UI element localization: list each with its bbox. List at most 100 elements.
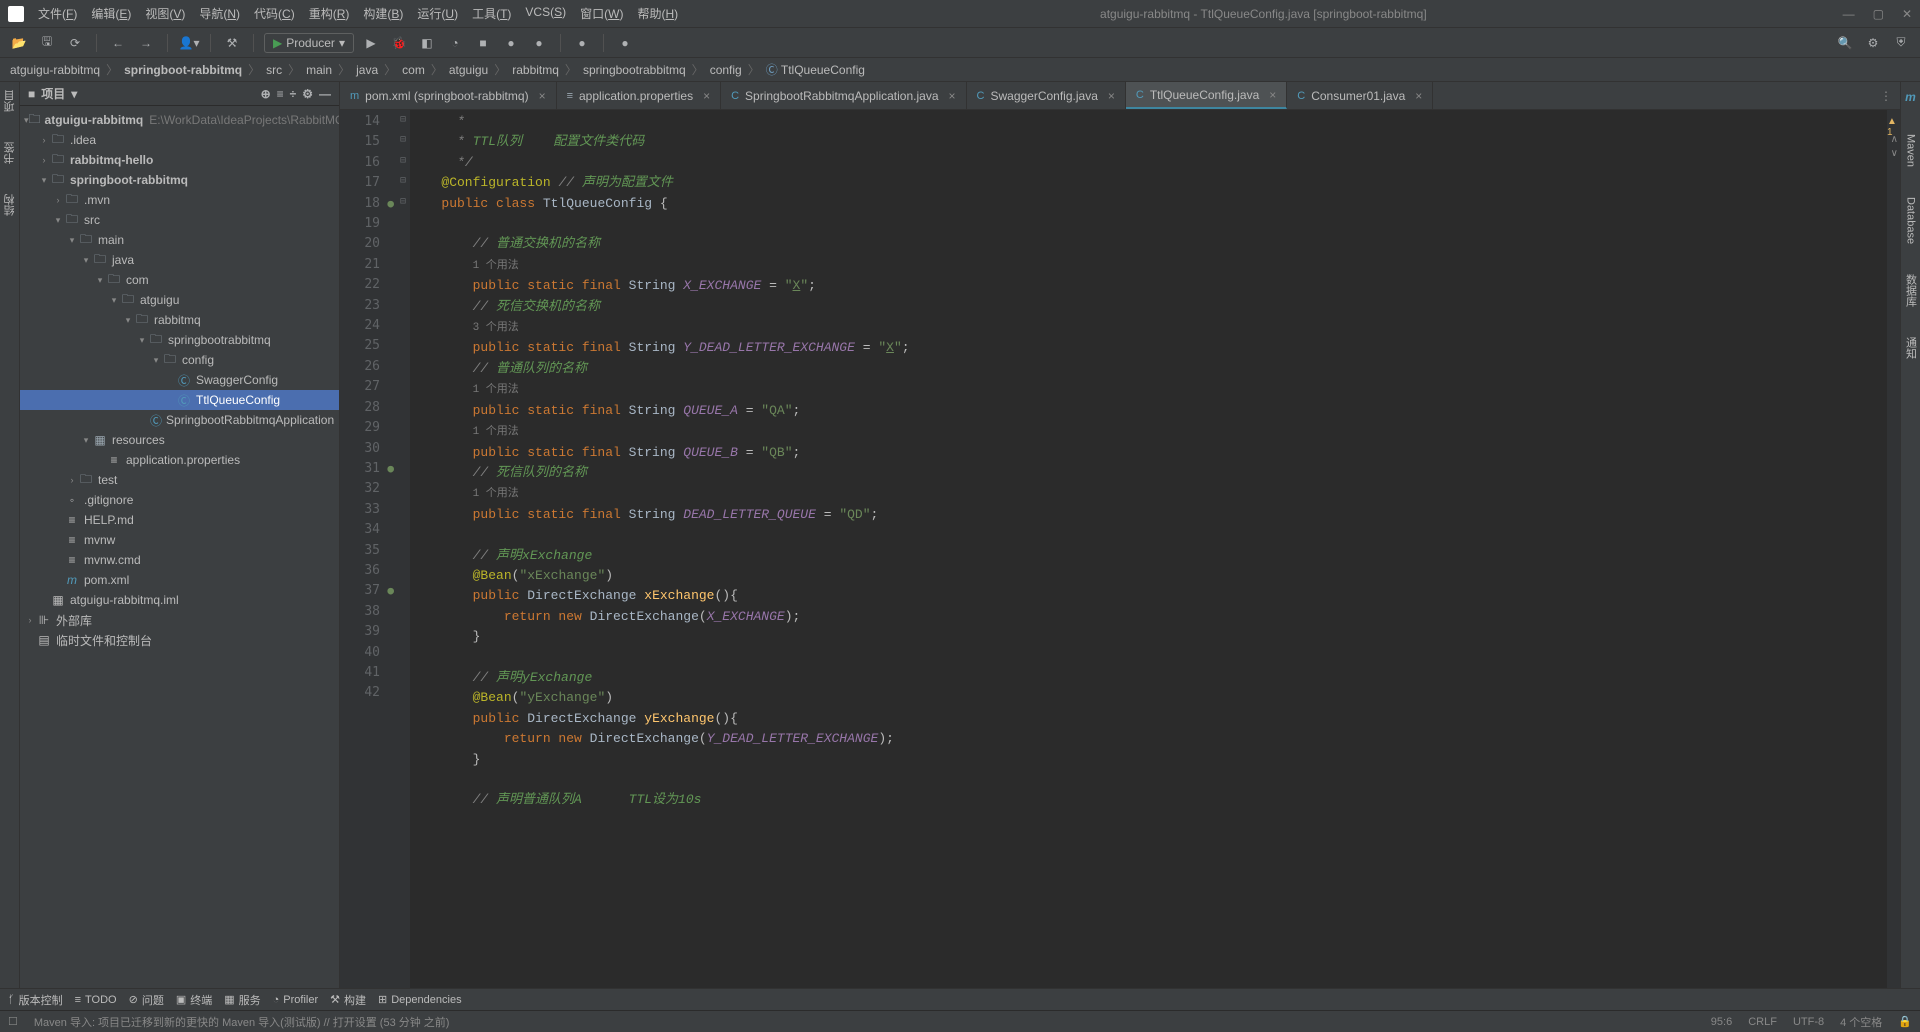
tree-item[interactable]: ▾🗀rabbitmq	[20, 310, 339, 330]
tree-item[interactable]: ▤临时文件和控制台	[20, 630, 339, 650]
tabs-more-icon[interactable]: ⋮	[1872, 82, 1900, 109]
bottom-tab[interactable]: ᚶ 版本控制	[8, 992, 63, 1008]
reload-icon[interactable]: ⟳	[64, 32, 86, 54]
tree-item[interactable]: ≡mvnw.cmd	[20, 550, 339, 570]
breadcrumb-item[interactable]: main	[304, 63, 334, 77]
hammer-icon[interactable]: ⚒	[221, 32, 243, 54]
tree-item[interactable]: ⒸTtlQueueConfig	[20, 390, 339, 410]
locate-icon[interactable]: ⊕	[261, 87, 271, 101]
close-tab-icon[interactable]: ×	[703, 89, 710, 103]
tree-item[interactable]: ›🗀test	[20, 470, 339, 490]
shield-icon[interactable]: ⛨	[1890, 32, 1912, 54]
menu-item[interactable]: 构建(B)	[357, 2, 409, 25]
service-icon[interactable]: ●	[500, 32, 522, 54]
collapse-icon[interactable]: ÷	[290, 87, 297, 101]
error-strip[interactable]: ▲ 1 ∧ ∨	[1886, 110, 1900, 988]
debug-icon[interactable]: 🐞	[388, 32, 410, 54]
menu-item[interactable]: 帮助(H)	[631, 2, 684, 25]
menu-item[interactable]: 编辑(E)	[85, 2, 137, 25]
project-tree[interactable]: ▾🗀atguigu-rabbitmqE:\WorkData\IdeaProjec…	[20, 106, 339, 988]
open-icon[interactable]: 📂	[8, 32, 30, 54]
tree-item[interactable]: ≡HELP.md	[20, 510, 339, 530]
editor-tab[interactable]: CConsumer01.java×	[1287, 82, 1433, 109]
fold-column[interactable]: ⊟⊟⊟⊟⊟	[396, 110, 410, 988]
menu-item[interactable]: 运行(U)	[411, 2, 464, 25]
tree-item[interactable]: ≡application.properties	[20, 450, 339, 470]
breadcrumb-item[interactable]: config	[708, 63, 744, 77]
expand-icon[interactable]: ≡	[277, 87, 284, 101]
menu-item[interactable]: 导航(N)	[193, 2, 246, 25]
tree-item[interactable]: ▾🗀springboot-rabbitmq	[20, 170, 339, 190]
breadcrumb-item[interactable]: Ⓒ TtlQueueConfig	[764, 61, 867, 78]
close-tab-icon[interactable]: ×	[1269, 88, 1276, 102]
settings-icon[interactable]: ⚙	[1862, 32, 1884, 54]
bottom-tab[interactable]: ⊘ 问题	[129, 992, 164, 1008]
editor-tab[interactable]: ≡application.properties×	[557, 82, 722, 109]
tree-item[interactable]: ▾🗀atguigu	[20, 290, 339, 310]
close-tab-icon[interactable]: ×	[949, 89, 956, 103]
coverage-icon[interactable]: ◧	[416, 32, 438, 54]
avatar-icon[interactable]: 👤▾	[178, 32, 200, 54]
tree-item[interactable]: ▾🗀src	[20, 210, 339, 230]
maximize-icon[interactable]: ▢	[1873, 7, 1884, 21]
line-separator[interactable]: CRLF	[1748, 1016, 1777, 1028]
tree-item[interactable]: ⒸSpringbootRabbitmqApplication	[20, 410, 339, 430]
close-icon[interactable]: ✕	[1902, 7, 1912, 21]
tool-tab[interactable]: 通知	[1903, 337, 1919, 359]
editor-tab[interactable]: CSwaggerConfig.java×	[967, 82, 1126, 109]
stop-icon[interactable]: ■	[472, 32, 494, 54]
gear-icon[interactable]: ⚙	[302, 87, 313, 101]
tree-item[interactable]: ▾🗀java	[20, 250, 339, 270]
hide-icon[interactable]: —	[319, 87, 331, 101]
breadcrumb-item[interactable]: src	[264, 63, 284, 77]
service-icon-3[interactable]: ●	[571, 32, 593, 54]
bottom-tab[interactable]: ◔ Profiler	[273, 994, 319, 1006]
cursor-position[interactable]: 95:6	[1711, 1016, 1732, 1028]
tree-item[interactable]: ›🗀.idea	[20, 130, 339, 150]
tree-item[interactable]: ▾🗀com	[20, 270, 339, 290]
bottom-tab[interactable]: ▣ 终端	[176, 992, 212, 1008]
breadcrumb-item[interactable]: java	[354, 63, 380, 77]
minimize-icon[interactable]: —	[1843, 7, 1855, 21]
run-icon[interactable]: ▶	[360, 32, 382, 54]
run-config-dropdown[interactable]: ▶Producer▾	[264, 33, 354, 53]
bottom-tab[interactable]: ▦ 服务	[224, 992, 260, 1008]
tree-item[interactable]: ▾🗀springbootrabbitmq	[20, 330, 339, 350]
menu-item[interactable]: 视图(V)	[139, 2, 191, 25]
breadcrumb-item[interactable]: rabbitmq	[510, 63, 561, 77]
tree-item[interactable]: ›⊪外部库	[20, 610, 339, 630]
tree-item[interactable]: ◦.gitignore	[20, 490, 339, 510]
tool-tab[interactable]: Maven	[1905, 134, 1917, 167]
editor-tab[interactable]: CTtlQueueConfig.java×	[1126, 82, 1287, 109]
menu-item[interactable]: 文件(F)	[32, 2, 83, 25]
tree-item[interactable]: ▾▦resources	[20, 430, 339, 450]
save-icon[interactable]: 🖫	[36, 32, 58, 54]
back-icon[interactable]: ←	[107, 32, 129, 54]
code-editor[interactable]: * * TTL队列 配置文件类代码 */ @Configuration // 声…	[410, 110, 1886, 988]
breadcrumb-item[interactable]: springbootrabbitmq	[581, 63, 688, 77]
profiler-icon[interactable]: ◔	[444, 32, 466, 54]
tree-item[interactable]: ≡mvnw	[20, 530, 339, 550]
lock-icon[interactable]: 🔒	[1898, 1015, 1912, 1028]
tree-item[interactable]: ▾🗀main	[20, 230, 339, 250]
tree-item[interactable]: mpom.xml	[20, 570, 339, 590]
menu-item[interactable]: VCS(S)	[519, 2, 572, 25]
tool-tab[interactable]: 书签	[2, 142, 18, 164]
tool-tab[interactable]: 项目	[2, 90, 18, 112]
bottom-tab[interactable]: ≡ TODO	[75, 994, 117, 1006]
next-icon[interactable]: ∨	[1891, 148, 1898, 159]
tool-tab[interactable]: Database	[1905, 197, 1917, 244]
menu-item[interactable]: 代码(C)	[248, 2, 301, 25]
bottom-tab[interactable]: ⊞ Dependencies	[378, 993, 462, 1006]
encoding[interactable]: UTF-8	[1793, 1016, 1824, 1028]
breadcrumb-item[interactable]: atguigu	[447, 63, 490, 77]
tree-item[interactable]: ▾🗀config	[20, 350, 339, 370]
close-tab-icon[interactable]: ×	[1415, 89, 1422, 103]
tool-tab[interactable]: 结构	[2, 194, 18, 216]
search-icon[interactable]: 🔍	[1834, 32, 1856, 54]
close-tab-icon[interactable]: ×	[1108, 89, 1115, 103]
tree-item[interactable]: ›🗀rabbitmq-hello	[20, 150, 339, 170]
tree-item[interactable]: ▦atguigu-rabbitmq.iml	[20, 590, 339, 610]
prev-icon[interactable]: ∧	[1891, 134, 1898, 145]
breadcrumb-item[interactable]: springboot-rabbitmq	[122, 63, 244, 77]
